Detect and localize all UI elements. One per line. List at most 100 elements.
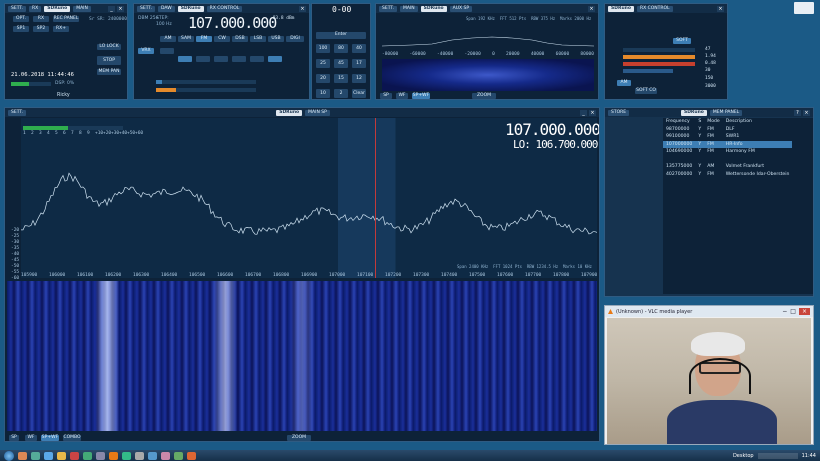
mem-row[interactable] xyxy=(663,156,792,164)
taskbar-app-icon[interactable] xyxy=(109,451,118,460)
main-btn-spwf[interactable]: SP+WF xyxy=(41,435,59,441)
waterfall[interactable] xyxy=(7,281,597,431)
taskbar-app-icon[interactable] xyxy=(44,451,53,460)
taskbar-app-icon[interactable] xyxy=(96,451,105,460)
rx-button[interactable]: RX xyxy=(33,16,49,22)
main-sp-close-icon[interactable]: × xyxy=(589,109,596,116)
filter-btn-4[interactable] xyxy=(214,56,228,62)
volume-slider[interactable] xyxy=(156,88,256,92)
soft-button[interactable]: SOFT xyxy=(673,38,691,44)
agc-button-1[interactable]: AM xyxy=(617,80,631,86)
taskbar-app-icon[interactable] xyxy=(18,451,27,460)
desktop-label[interactable]: Desktop xyxy=(733,453,754,459)
tray-icons[interactable] xyxy=(757,452,798,459)
col-frequency[interactable]: Frequency xyxy=(663,118,695,126)
mem-row[interactable]: 99100000 Y FM SWR1 xyxy=(663,133,792,141)
mem-close-icon[interactable]: × xyxy=(803,109,810,116)
mem-row[interactable]: 98700000 Y FM DLF xyxy=(663,126,792,134)
key-40[interactable]: 40 xyxy=(352,44,366,53)
rx-add-button[interactable]: RX+ xyxy=(53,26,69,32)
rec-panel-button[interactable]: REC PANEL xyxy=(53,16,79,22)
mode-dsb[interactable]: DSB xyxy=(232,36,248,42)
taskbar-app-icon[interactable] xyxy=(70,451,79,460)
key-17[interactable]: 17 xyxy=(352,59,366,68)
key-20[interactable]: 20 xyxy=(316,74,330,83)
opt-button[interactable]: OPT. xyxy=(13,16,29,22)
vrx-button[interactable]: VRX xyxy=(138,48,154,54)
vlc-close-icon[interactable]: × xyxy=(798,308,810,315)
key-45[interactable]: 45 xyxy=(334,59,348,68)
col-mode[interactable]: Mode xyxy=(704,118,723,126)
rx-tab[interactable]: RX xyxy=(29,5,42,12)
aux-btn-wf[interactable]: WF xyxy=(396,93,408,99)
rx-frequency-display[interactable]: 107.000.000 xyxy=(188,14,277,32)
sett-button[interactable]: SETT. xyxy=(8,5,27,12)
stop-button[interactable]: STOP xyxy=(97,56,121,65)
mem-row[interactable]: 135775000 Y AM Volmet Frankfurt xyxy=(663,163,792,171)
aux-sett-button[interactable]: SETT. xyxy=(379,5,398,12)
taskbar-app-icon[interactable] xyxy=(83,451,92,460)
taskbar-app-icon[interactable] xyxy=(57,451,66,460)
rx-daw-tab[interactable]: DAW xyxy=(158,5,175,12)
mem-store-button[interactable]: STORE xyxy=(608,109,630,116)
close-icon[interactable]: × xyxy=(117,5,124,12)
vlc-minimize-icon[interactable]: − xyxy=(782,308,787,315)
filter-btn-6[interactable] xyxy=(250,56,264,62)
key-10[interactable]: 10 xyxy=(316,89,330,98)
taskbar-app-icon[interactable] xyxy=(135,451,144,460)
taskbar-app-icon[interactable] xyxy=(31,451,40,460)
mode-sam[interactable]: SAM xyxy=(178,36,194,42)
key-12[interactable]: 12 xyxy=(352,74,366,83)
mode-usb[interactable]: USB xyxy=(268,36,284,42)
mem-row[interactable]: 107000000 Y FM HR-Info xyxy=(663,140,793,148)
key-enter[interactable]: Enter xyxy=(316,32,366,39)
taskbar-app-icon[interactable] xyxy=(122,451,131,460)
key-clear[interactable]: Clear xyxy=(352,89,366,98)
filter-btn-3[interactable] xyxy=(196,56,210,62)
aux-btn-spwf[interactable]: SP+WF xyxy=(412,93,430,99)
col-description[interactable]: Description xyxy=(723,118,793,126)
key-15[interactable]: 15 xyxy=(334,74,348,83)
rx-close-icon[interactable]: × xyxy=(299,5,306,12)
rx-sett-button[interactable]: SETT. xyxy=(137,5,156,12)
aux-close-icon[interactable]: × xyxy=(588,5,595,12)
agc-button-2[interactable]: SOFT CO xyxy=(635,88,657,94)
main-btn-combo[interactable]: COMBO xyxy=(63,435,81,441)
mode-fm[interactable]: FM xyxy=(196,36,212,42)
key-100[interactable]: 100 xyxy=(316,44,330,53)
mode-cw[interactable]: CW xyxy=(214,36,230,42)
mem-row[interactable]: 104690000 Y FM Harmony FM xyxy=(663,148,792,156)
vlc-maximize-icon[interactable]: □ xyxy=(790,308,796,315)
minimize-icon[interactable]: _ xyxy=(108,5,115,12)
mem-row[interactable]: 402700000 Y FM Wettersonde Idar-Oberstein xyxy=(663,171,792,179)
key-2[interactable]: 2 xyxy=(334,89,348,98)
step-value[interactable]: 100 Hz xyxy=(156,22,172,27)
sp2-button[interactable]: SP2 xyxy=(33,26,49,32)
mode-am[interactable]: AM xyxy=(160,36,176,42)
mode-digi[interactable]: DIGI xyxy=(286,36,304,42)
mode-lsb[interactable]: LSB xyxy=(250,36,266,42)
aux-btn-sp[interactable]: SP xyxy=(380,93,392,99)
filter-btn-1[interactable] xyxy=(160,48,174,54)
aux-main-tab[interactable]: MAIN xyxy=(400,5,418,12)
taskbar-app-icon[interactable] xyxy=(174,451,183,460)
taskbar-app-icon[interactable] xyxy=(148,451,157,460)
main-btn-wf[interactable]: WF xyxy=(25,435,37,441)
aux-zoom[interactable]: ZOOM xyxy=(472,93,496,99)
col-s[interactable]: S xyxy=(695,118,704,126)
start-button[interactable] xyxy=(4,450,14,461)
filter-btn-2[interactable] xyxy=(178,56,192,62)
main-sp-minimize-icon[interactable]: _ xyxy=(580,109,587,116)
sp1-button[interactable]: SP1 xyxy=(13,26,29,32)
taskbar-app-icon[interactable] xyxy=(187,451,196,460)
mem-pan-button[interactable]: MEM PAN xyxy=(97,69,121,75)
main-sp-sett-button[interactable]: SETT. xyxy=(8,109,27,116)
key-80[interactable]: 80 xyxy=(334,44,348,53)
key-25[interactable]: 25 xyxy=(316,59,330,68)
lo-lock-button[interactable]: LO LOCK xyxy=(97,44,121,50)
squelch-slider[interactable] xyxy=(156,80,256,84)
main-frequency-display[interactable]: 107.000.000 xyxy=(505,120,599,139)
main-zoom[interactable]: ZOOM xyxy=(287,435,311,441)
rx-small-close-icon[interactable]: × xyxy=(717,5,724,12)
desktop-shortcut-icon[interactable] xyxy=(794,2,814,14)
